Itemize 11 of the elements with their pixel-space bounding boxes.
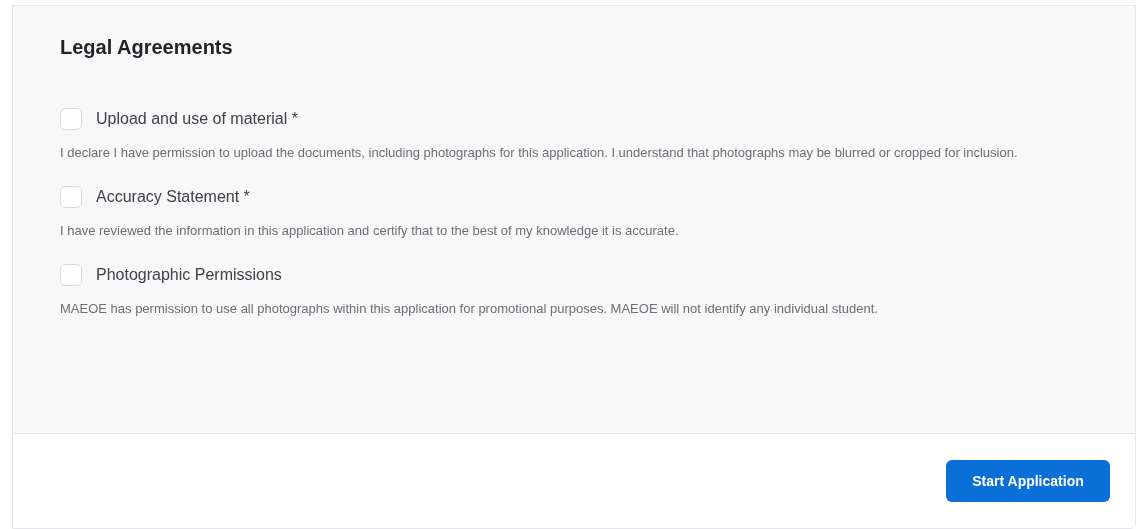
start-application-button[interactable]: Start Application	[946, 460, 1110, 502]
agreement-description: I have reviewed the information in this application and certify that to the best of my knowledge it is accurate.	[60, 222, 680, 240]
section-title: Legal Agreements	[60, 35, 234, 60]
agreement-description: I declare I have permission to upload the documents, including photographs for this application. I understand that photographs may be blurred or cropped for inclusion.	[60, 144, 1019, 162]
agreement-label: Photographic Permissions	[96, 265, 282, 285]
checkbox[interactable]	[60, 108, 82, 130]
checkbox[interactable]	[60, 186, 82, 208]
agreement-label: Upload and use of material *	[96, 109, 298, 129]
agreement-label: Accuracy Statement *	[96, 187, 250, 207]
checkbox[interactable]	[60, 264, 82, 286]
agreement-description: MAEOE has permission to use all photographs within this application for promotional purposes. MAEOE will not identify any individual student.	[60, 300, 879, 318]
